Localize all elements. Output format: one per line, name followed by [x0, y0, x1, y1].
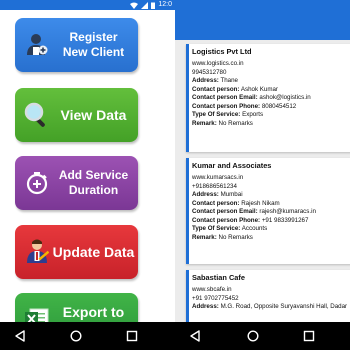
client-website: www.logistics.co.in — [192, 60, 244, 67]
client-card[interactable]: Sabastian Cafe www.sbcafe.in +91 9702775… — [186, 270, 350, 330]
service-type-row: Type Of Service: Exports — [192, 111, 264, 118]
search-icon — [24, 102, 50, 128]
update-data-button[interactable]: Update Data — [15, 225, 138, 279]
client-name: Kumar and Associates — [192, 161, 272, 170]
status-bar: 12:0 — [0, 0, 175, 10]
remark-row: Remark: No Remarks — [192, 233, 253, 241]
register-new-client-button[interactable]: Register New Client — [15, 18, 138, 72]
service-type-row: Type Of Service: Accounts — [192, 225, 268, 232]
contact-email-row: Contact person Email: rajesh@kumaracs.in — [192, 208, 316, 215]
user-add-icon — [24, 32, 50, 58]
client-card[interactable]: Kumar and Associates www.kumarsacs.in +9… — [186, 158, 350, 264]
view-data-button[interactable]: View Data — [15, 88, 138, 142]
recents-icon[interactable] — [126, 330, 138, 342]
contact-phone-row: Contact person Phone: +91 9833991267 — [192, 216, 309, 224]
client-address-row: Address: M.G. Road, Opposite Suryavanshi… — [192, 303, 348, 310]
client-name: Sabastian Cafe — [192, 273, 245, 282]
client-address-row: Address: Mumbai — [192, 191, 243, 198]
edit-person-icon — [24, 239, 50, 265]
back-icon[interactable] — [189, 330, 201, 342]
client-website: www.sbcafe.in — [192, 286, 232, 293]
client-card[interactable]: Logistics Pvt Ltd www.logistics.co.in 99… — [186, 44, 350, 152]
client-phone: +918686561234 — [192, 182, 237, 190]
update-data-label: Update Data — [52, 243, 135, 260]
export-label: Export to — [62, 304, 125, 320]
status-icons: 12:0 — [130, 1, 172, 9]
navigation-bar — [0, 322, 175, 350]
remark-row: Remark: No Remarks — [192, 119, 253, 127]
home-icon[interactable] — [247, 330, 259, 342]
view-data-label: View Data — [60, 106, 127, 123]
status-time: 12:0 — [158, 1, 172, 8]
add-service-duration-button[interactable]: Add Service Duration — [15, 156, 138, 210]
client-name: Logistics Pvt Ltd — [192, 47, 252, 56]
contact-email-row: Contact person Email: ashok@logistics.in — [192, 94, 311, 101]
service-label-line2: Duration — [68, 183, 119, 197]
wifi-icon — [130, 2, 139, 9]
signal-icon — [141, 1, 149, 9]
app-bar — [175, 0, 350, 40]
client-list-screen: Logistics Pvt Ltd www.logistics.co.in 99… — [175, 0, 350, 350]
navigation-bar — [175, 322, 350, 350]
timer-icon — [24, 170, 50, 196]
main-menu-screen: 12:0 Register New Client View Data Add S… — [0, 0, 175, 350]
home-icon[interactable] — [70, 330, 82, 342]
register-label-line2: New Client — [62, 45, 125, 59]
contact-person-row: Contact person: Ashok Kumar — [192, 85, 278, 93]
contact-phone-row: Contact person Phone: 8080454512 — [192, 102, 297, 110]
client-phone: 9945312780 — [192, 68, 227, 76]
client-website: www.kumarsacs.in — [192, 174, 244, 181]
service-label-line1: Add Service — [58, 168, 129, 182]
battery-icon — [151, 2, 156, 9]
register-label-line1: Register — [69, 30, 118, 44]
client-phone: +91 9702775452 — [192, 294, 239, 302]
recents-icon[interactable] — [303, 330, 315, 342]
client-address-row: Address: Thane — [192, 77, 238, 84]
contact-person-row: Contact person: Rajesh Nikam — [192, 199, 280, 207]
back-icon[interactable] — [14, 330, 26, 342]
